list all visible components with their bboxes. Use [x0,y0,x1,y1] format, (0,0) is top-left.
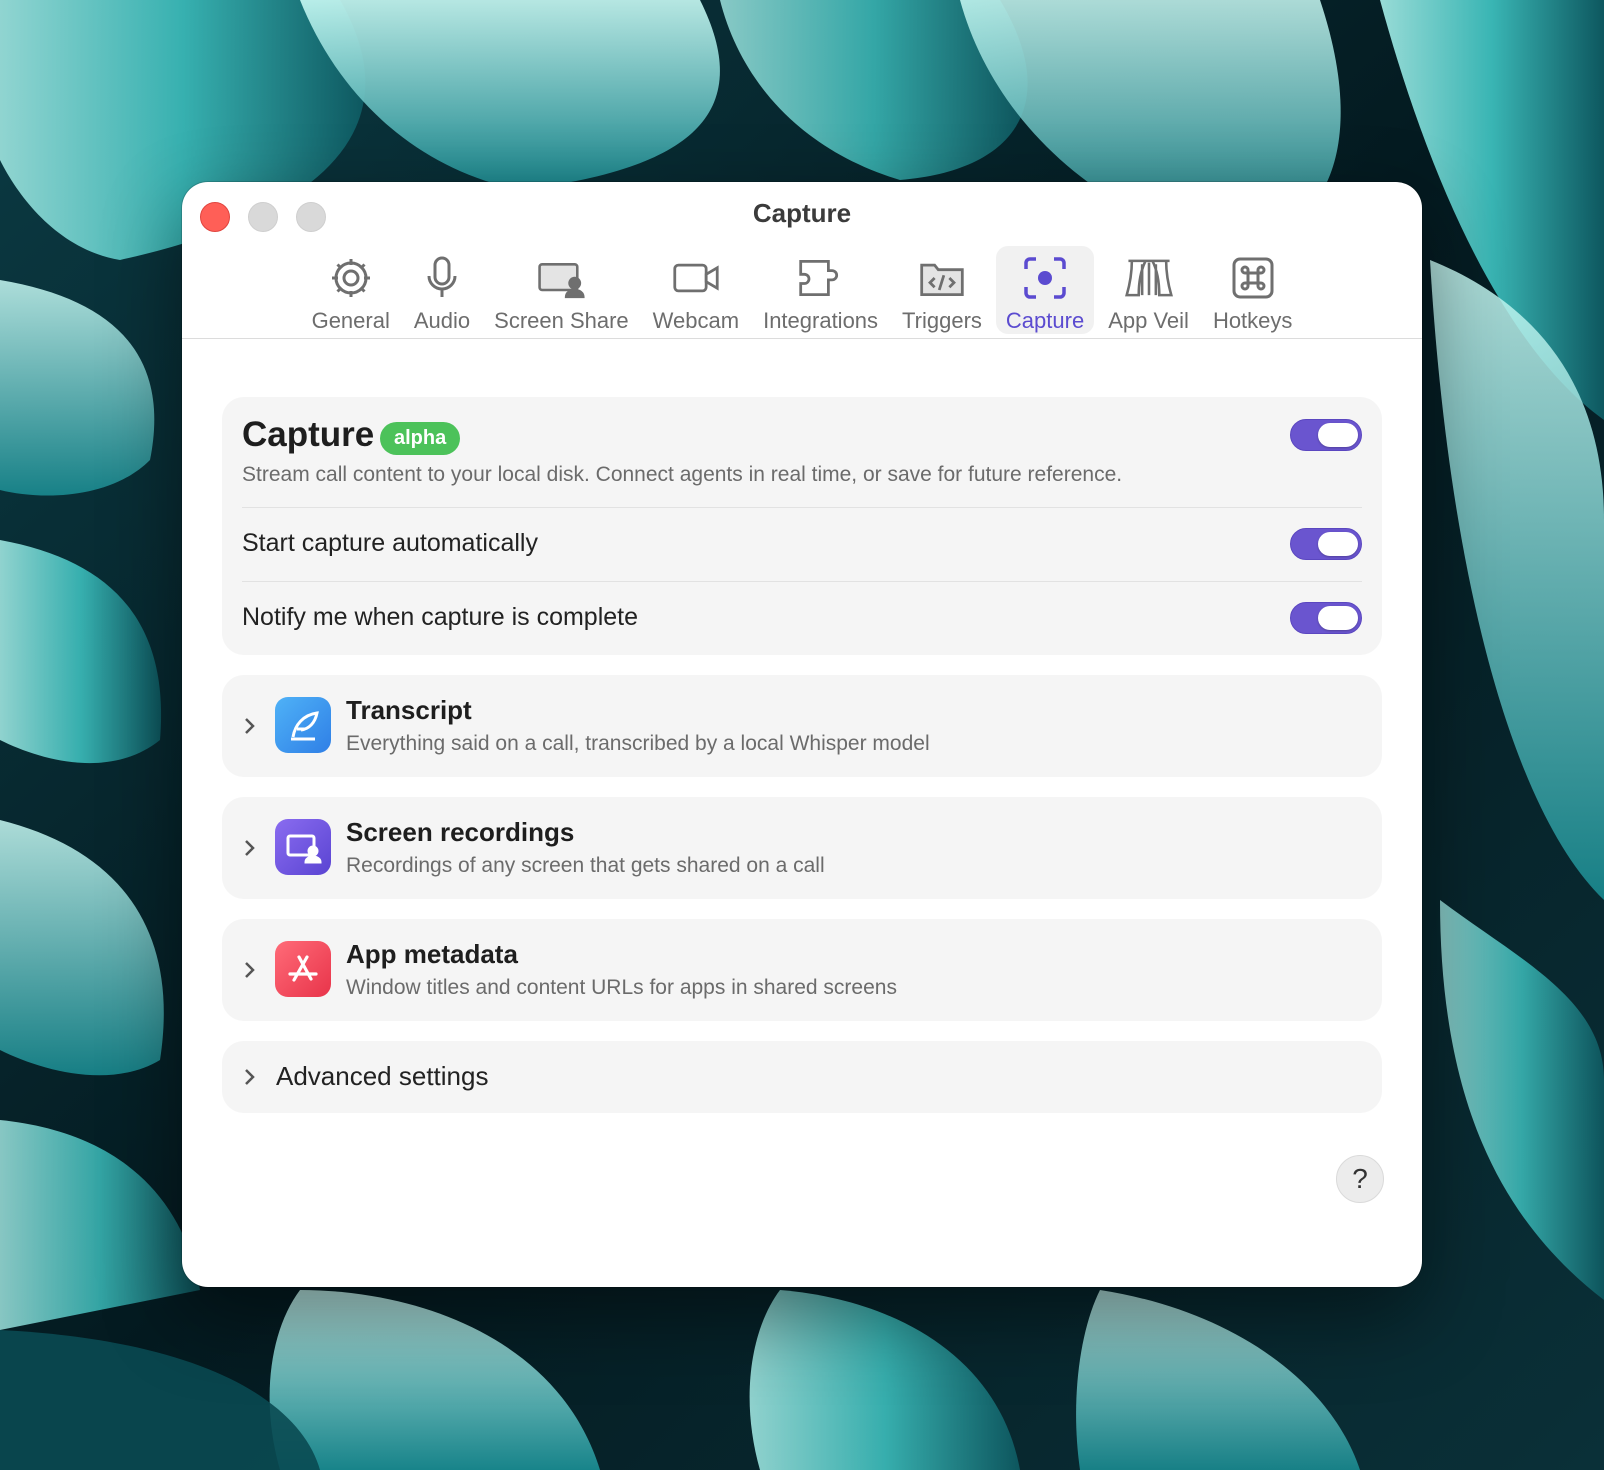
setting-label: Notify me when capture is complete [242,603,639,631]
tab-label: App Veil [1108,308,1189,333]
start-automatically-toggle[interactable] [1290,528,1362,560]
tab-app-veil[interactable]: App Veil [1098,246,1199,334]
tab-label: Triggers [902,308,982,333]
chevron-right-icon[interactable] [240,834,260,862]
tab-label: Screen Share [494,308,629,333]
notify-complete-row: Notify me when capture is complete [242,582,1362,655]
tab-capture[interactable]: Capture [995,246,1095,334]
tab-label: Hotkeys [1212,308,1293,333]
capture-record-icon [1024,257,1066,299]
start-automatically-row: Start capture automatically [242,508,1362,582]
toggle-knob [1318,532,1358,556]
capture-description: Stream call content to your local disk. … [242,463,1123,486]
curtain-icon [1124,259,1173,297]
puzzle-icon [798,260,838,296]
transcript-section[interactable]: Transcript Everything said on a call, tr… [222,675,1382,777]
feature-description: Everything said on a call, transcribed b… [346,732,930,755]
code-folder-icon [920,263,964,296]
tab-general[interactable]: General [302,246,400,334]
screen-share-icon [538,263,585,299]
gear-icon [331,259,370,297]
settings-window: Capture General Audio Screen Share Webca… [182,182,1422,1287]
capture-header: Capture alpha Stream call content to you… [242,397,1362,508]
chevron-right-icon[interactable] [240,712,260,740]
tab-triggers[interactable]: Triggers [892,246,992,334]
tab-label: General [311,308,390,333]
feature-title: App metadata [346,939,518,969]
tab-label: Integrations [763,308,879,333]
feature-description: Recordings of any screen that gets share… [346,854,825,877]
settings-toolbar: General Audio Screen Share Webcam Integr… [182,246,1422,339]
setting-label: Start capture automatically [242,529,538,557]
video-camera-icon [673,263,719,293]
tab-label: Webcam [652,308,740,333]
help-button[interactable]: ? [1336,1155,1384,1203]
alpha-badge: alpha [380,422,461,455]
capture-settings-content: Capture alpha Stream call content to you… [222,397,1382,1113]
capture-card: Capture alpha Stream call content to you… [222,397,1382,655]
feather-icon [275,697,331,753]
capture-title: Capture [242,415,375,454]
microphone-icon [427,256,457,297]
app-store-icon [275,941,331,997]
screen-recordings-section[interactable]: Screen recordings Recordings of any scre… [222,797,1382,899]
screen-recording-icon [275,819,331,875]
tab-audio[interactable]: Audio [404,246,480,334]
tab-label: Audio [413,308,471,333]
chevron-right-icon[interactable] [240,1063,260,1091]
command-key-icon [1232,257,1274,299]
tab-hotkeys[interactable]: Hotkeys [1203,246,1302,334]
tab-screen-share[interactable]: Screen Share [484,246,639,334]
toggle-knob [1318,423,1358,447]
toggle-knob [1318,606,1358,630]
feature-title: Screen recordings [346,817,575,847]
chevron-right-icon[interactable] [240,956,260,984]
advanced-settings-label: Advanced settings [276,1061,489,1091]
feature-title: Transcript [346,695,472,725]
window-title: Capture [752,198,852,228]
feature-description: Window titles and content URLs for apps … [346,976,897,999]
tab-integrations[interactable]: Integrations [753,246,888,334]
tab-label: Capture [1005,308,1085,333]
notify-complete-toggle[interactable] [1290,602,1362,634]
advanced-settings-section[interactable]: Advanced settings [222,1041,1382,1113]
app-metadata-section[interactable]: App metadata Window titles and content U… [222,919,1382,1021]
tab-webcam[interactable]: Webcam [643,246,749,334]
capture-toggle[interactable] [1290,419,1362,451]
